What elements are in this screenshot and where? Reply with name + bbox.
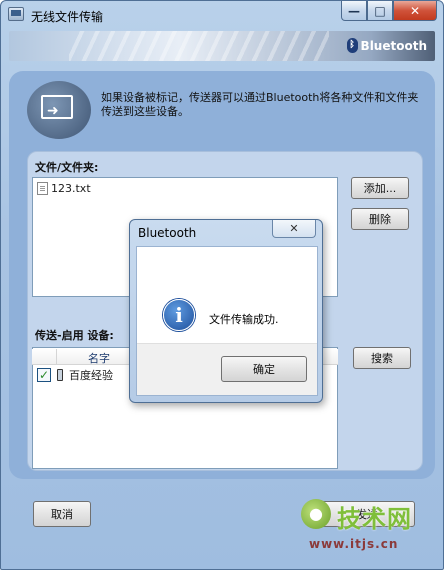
close-button[interactable]: ✕ [393,1,437,21]
delete-file-button[interactable]: 删除 [351,208,409,230]
window-title: 无线文件传输 [31,10,104,24]
site-watermark: ● 技术网 www.itjs.cn [297,497,441,565]
device-name: 百度经验 [69,369,113,382]
files-section-label: 文件/文件夹: [35,161,99,174]
bluetooth-banner: ᛒ Bluetooth [9,31,435,61]
cancel-button[interactable]: 取消 [33,501,91,527]
title-bar[interactable]: 无线文件传输 — □ ✕ [1,1,443,29]
file-name: 123.txt [51,182,91,195]
bluetooth-file-transfer-window: 无线文件传输 — □ ✕ ᛒ Bluetooth ➜ 如果设备被标记，传送器可以… [0,0,444,570]
watermark-logo: ● [301,499,331,529]
dialog-footer: 确定 [137,343,317,395]
dialog-close-button[interactable]: ✕ [272,220,316,238]
info-icon: i [163,299,195,331]
bluetooth-icon: ᛒ [346,38,358,53]
bluetooth-message-dialog: Bluetooth ✕ i 文件传输成功. 确定 [129,219,323,403]
dialog-title: Bluetooth [138,226,197,240]
minimize-button[interactable]: — [341,1,367,21]
ok-button[interactable]: 确定 [221,356,307,382]
dialog-message: 文件传输成功. [209,313,279,326]
search-devices-button[interactable]: 搜索 [353,347,411,369]
watermark-url: www.itjs.cn [309,537,399,551]
add-file-button[interactable]: 添加... [351,177,409,199]
file-transfer-icon: ➜ [27,81,91,139]
dialog-body: i 文件传输成功. 确定 [136,246,318,396]
device-checkbox[interactable]: ✓ [37,368,51,382]
bluetooth-brand-text: Bluetooth [360,38,427,53]
list-item[interactable]: 123.txt [37,182,91,195]
column-header-name[interactable]: 名字 [88,350,110,366]
watermark-brand: 技术网 [337,505,412,533]
column-divider [56,349,57,365]
intro-text: 如果设备被标记，传送器可以通过Bluetooth将各种文件和文件夹传送到这些设备… [101,91,419,118]
app-icon [8,7,24,21]
table-row[interactable]: ✓ 百度经验 [37,367,113,383]
bluetooth-logo: ᛒ Bluetooth [346,38,427,53]
text-file-icon [37,182,48,195]
maximize-button[interactable]: □ [367,1,393,21]
caption-buttons: — □ ✕ [341,1,437,21]
devices-section-label: 传送-启用 设备: [35,329,114,342]
phone-icon [57,369,63,381]
